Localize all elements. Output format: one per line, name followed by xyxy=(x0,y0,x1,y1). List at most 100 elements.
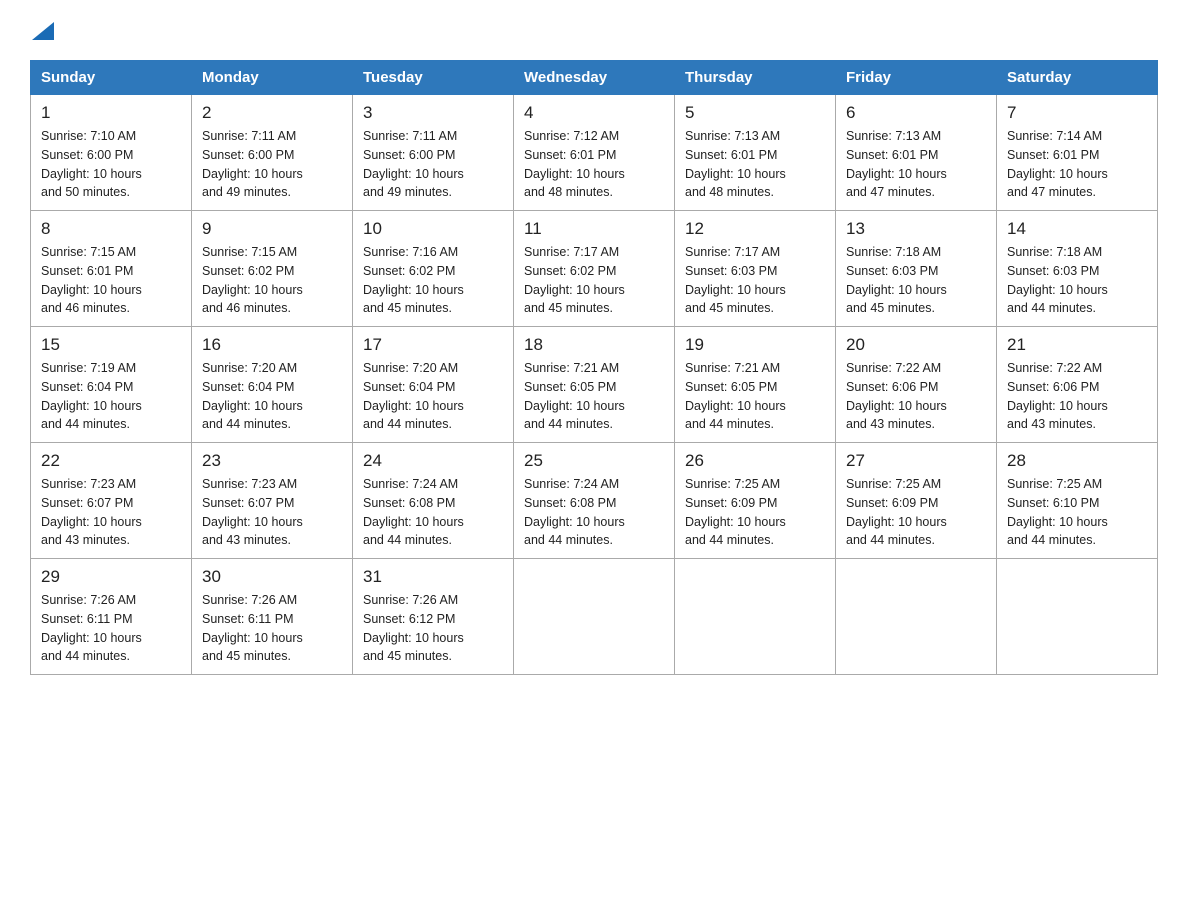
day-cell: 29 Sunrise: 7:26 AMSunset: 6:11 PMDaylig… xyxy=(31,559,192,675)
day-number: 29 xyxy=(41,567,181,587)
day-cell: 20 Sunrise: 7:22 AMSunset: 6:06 PMDaylig… xyxy=(836,327,997,443)
day-cell: 22 Sunrise: 7:23 AMSunset: 6:07 PMDaylig… xyxy=(31,443,192,559)
day-number: 27 xyxy=(846,451,986,471)
day-cell: 30 Sunrise: 7:26 AMSunset: 6:11 PMDaylig… xyxy=(192,559,353,675)
day-number: 16 xyxy=(202,335,342,355)
day-info: Sunrise: 7:14 AMSunset: 6:01 PMDaylight:… xyxy=(1007,129,1108,199)
day-number: 24 xyxy=(363,451,503,471)
day-cell: 16 Sunrise: 7:20 AMSunset: 6:04 PMDaylig… xyxy=(192,327,353,443)
day-cell: 17 Sunrise: 7:20 AMSunset: 6:04 PMDaylig… xyxy=(353,327,514,443)
day-info: Sunrise: 7:26 AMSunset: 6:11 PMDaylight:… xyxy=(202,593,303,663)
day-number: 19 xyxy=(685,335,825,355)
page-header xyxy=(30,20,1158,40)
day-number: 25 xyxy=(524,451,664,471)
day-cell: 19 Sunrise: 7:21 AMSunset: 6:05 PMDaylig… xyxy=(675,327,836,443)
day-number: 15 xyxy=(41,335,181,355)
day-cell: 14 Sunrise: 7:18 AMSunset: 6:03 PMDaylig… xyxy=(997,211,1158,327)
day-number: 20 xyxy=(846,335,986,355)
day-info: Sunrise: 7:10 AMSunset: 6:00 PMDaylight:… xyxy=(41,129,142,199)
day-cell xyxy=(997,559,1158,675)
day-cell: 1 Sunrise: 7:10 AMSunset: 6:00 PMDayligh… xyxy=(31,95,192,211)
day-number: 22 xyxy=(41,451,181,471)
day-cell xyxy=(514,559,675,675)
weekday-header-row: SundayMondayTuesdayWednesdayThursdayFrid… xyxy=(31,61,1158,95)
day-info: Sunrise: 7:16 AMSunset: 6:02 PMDaylight:… xyxy=(363,245,464,315)
day-cell: 12 Sunrise: 7:17 AMSunset: 6:03 PMDaylig… xyxy=(675,211,836,327)
day-cell: 3 Sunrise: 7:11 AMSunset: 6:00 PMDayligh… xyxy=(353,95,514,211)
weekday-header-monday: Monday xyxy=(192,61,353,95)
day-number: 30 xyxy=(202,567,342,587)
day-info: Sunrise: 7:12 AMSunset: 6:01 PMDaylight:… xyxy=(524,129,625,199)
day-info: Sunrise: 7:20 AMSunset: 6:04 PMDaylight:… xyxy=(363,361,464,431)
weekday-header-thursday: Thursday xyxy=(675,61,836,95)
week-row-3: 15 Sunrise: 7:19 AMSunset: 6:04 PMDaylig… xyxy=(31,327,1158,443)
day-cell: 13 Sunrise: 7:18 AMSunset: 6:03 PMDaylig… xyxy=(836,211,997,327)
day-number: 14 xyxy=(1007,219,1147,239)
week-row-5: 29 Sunrise: 7:26 AMSunset: 6:11 PMDaylig… xyxy=(31,559,1158,675)
day-number: 11 xyxy=(524,219,664,239)
day-cell: 4 Sunrise: 7:12 AMSunset: 6:01 PMDayligh… xyxy=(514,95,675,211)
day-cell: 2 Sunrise: 7:11 AMSunset: 6:00 PMDayligh… xyxy=(192,95,353,211)
day-number: 31 xyxy=(363,567,503,587)
day-cell: 8 Sunrise: 7:15 AMSunset: 6:01 PMDayligh… xyxy=(31,211,192,327)
day-number: 5 xyxy=(685,103,825,123)
logo xyxy=(30,20,54,40)
day-number: 17 xyxy=(363,335,503,355)
week-row-2: 8 Sunrise: 7:15 AMSunset: 6:01 PMDayligh… xyxy=(31,211,1158,327)
day-number: 13 xyxy=(846,219,986,239)
day-number: 28 xyxy=(1007,451,1147,471)
weekday-header-tuesday: Tuesday xyxy=(353,61,514,95)
day-info: Sunrise: 7:13 AMSunset: 6:01 PMDaylight:… xyxy=(685,129,786,199)
day-number: 1 xyxy=(41,103,181,123)
day-cell: 6 Sunrise: 7:13 AMSunset: 6:01 PMDayligh… xyxy=(836,95,997,211)
calendar-table: SundayMondayTuesdayWednesdayThursdayFrid… xyxy=(30,60,1158,675)
day-info: Sunrise: 7:17 AMSunset: 6:02 PMDaylight:… xyxy=(524,245,625,315)
week-row-4: 22 Sunrise: 7:23 AMSunset: 6:07 PMDaylig… xyxy=(31,443,1158,559)
day-number: 7 xyxy=(1007,103,1147,123)
day-number: 12 xyxy=(685,219,825,239)
day-info: Sunrise: 7:22 AMSunset: 6:06 PMDaylight:… xyxy=(1007,361,1108,431)
day-info: Sunrise: 7:11 AMSunset: 6:00 PMDaylight:… xyxy=(202,129,303,199)
day-info: Sunrise: 7:18 AMSunset: 6:03 PMDaylight:… xyxy=(1007,245,1108,315)
day-info: Sunrise: 7:15 AMSunset: 6:01 PMDaylight:… xyxy=(41,245,142,315)
day-cell: 27 Sunrise: 7:25 AMSunset: 6:09 PMDaylig… xyxy=(836,443,997,559)
day-number: 6 xyxy=(846,103,986,123)
day-cell: 31 Sunrise: 7:26 AMSunset: 6:12 PMDaylig… xyxy=(353,559,514,675)
day-cell: 15 Sunrise: 7:19 AMSunset: 6:04 PMDaylig… xyxy=(31,327,192,443)
day-cell xyxy=(836,559,997,675)
day-number: 26 xyxy=(685,451,825,471)
day-info: Sunrise: 7:21 AMSunset: 6:05 PMDaylight:… xyxy=(524,361,625,431)
day-info: Sunrise: 7:11 AMSunset: 6:00 PMDaylight:… xyxy=(363,129,464,199)
day-cell: 7 Sunrise: 7:14 AMSunset: 6:01 PMDayligh… xyxy=(997,95,1158,211)
day-info: Sunrise: 7:25 AMSunset: 6:09 PMDaylight:… xyxy=(846,477,947,547)
day-info: Sunrise: 7:19 AMSunset: 6:04 PMDaylight:… xyxy=(41,361,142,431)
day-cell: 10 Sunrise: 7:16 AMSunset: 6:02 PMDaylig… xyxy=(353,211,514,327)
day-cell: 11 Sunrise: 7:17 AMSunset: 6:02 PMDaylig… xyxy=(514,211,675,327)
day-number: 18 xyxy=(524,335,664,355)
day-info: Sunrise: 7:15 AMSunset: 6:02 PMDaylight:… xyxy=(202,245,303,315)
day-info: Sunrise: 7:23 AMSunset: 6:07 PMDaylight:… xyxy=(202,477,303,547)
day-info: Sunrise: 7:18 AMSunset: 6:03 PMDaylight:… xyxy=(846,245,947,315)
day-cell: 5 Sunrise: 7:13 AMSunset: 6:01 PMDayligh… xyxy=(675,95,836,211)
week-row-1: 1 Sunrise: 7:10 AMSunset: 6:00 PMDayligh… xyxy=(31,95,1158,211)
day-cell: 18 Sunrise: 7:21 AMSunset: 6:05 PMDaylig… xyxy=(514,327,675,443)
day-info: Sunrise: 7:21 AMSunset: 6:05 PMDaylight:… xyxy=(685,361,786,431)
day-info: Sunrise: 7:24 AMSunset: 6:08 PMDaylight:… xyxy=(363,477,464,547)
day-info: Sunrise: 7:24 AMSunset: 6:08 PMDaylight:… xyxy=(524,477,625,547)
day-info: Sunrise: 7:17 AMSunset: 6:03 PMDaylight:… xyxy=(685,245,786,315)
weekday-header-friday: Friday xyxy=(836,61,997,95)
day-cell: 24 Sunrise: 7:24 AMSunset: 6:08 PMDaylig… xyxy=(353,443,514,559)
day-number: 4 xyxy=(524,103,664,123)
weekday-header-sunday: Sunday xyxy=(31,61,192,95)
day-info: Sunrise: 7:26 AMSunset: 6:11 PMDaylight:… xyxy=(41,593,142,663)
day-info: Sunrise: 7:26 AMSunset: 6:12 PMDaylight:… xyxy=(363,593,464,663)
day-cell: 23 Sunrise: 7:23 AMSunset: 6:07 PMDaylig… xyxy=(192,443,353,559)
logo-triangle-icon xyxy=(32,22,54,40)
day-info: Sunrise: 7:13 AMSunset: 6:01 PMDaylight:… xyxy=(846,129,947,199)
day-cell: 21 Sunrise: 7:22 AMSunset: 6:06 PMDaylig… xyxy=(997,327,1158,443)
day-cell: 28 Sunrise: 7:25 AMSunset: 6:10 PMDaylig… xyxy=(997,443,1158,559)
day-number: 10 xyxy=(363,219,503,239)
day-cell: 26 Sunrise: 7:25 AMSunset: 6:09 PMDaylig… xyxy=(675,443,836,559)
weekday-header-wednesday: Wednesday xyxy=(514,61,675,95)
day-number: 2 xyxy=(202,103,342,123)
